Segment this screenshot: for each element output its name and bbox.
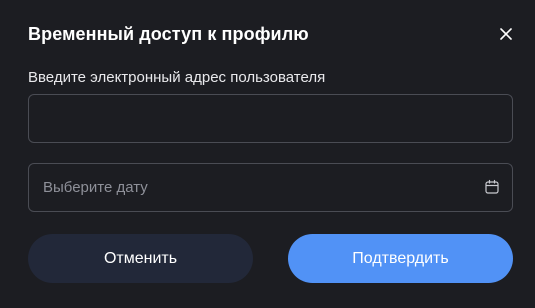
email-field-label: Введите электронный адрес пользователя bbox=[28, 69, 326, 86]
dialog-title: Временный доступ к профилю bbox=[28, 24, 309, 44]
calendar-icon[interactable] bbox=[484, 179, 500, 195]
cancel-button[interactable]: Отменить bbox=[28, 234, 253, 283]
date-placeholder: Выберите дату bbox=[43, 179, 148, 196]
close-icon[interactable] bbox=[498, 26, 514, 42]
date-picker-field[interactable]: Выберите дату bbox=[28, 163, 513, 212]
temporary-access-dialog: Временный доступ к профилю Введите элект… bbox=[0, 0, 535, 308]
email-field[interactable] bbox=[28, 94, 513, 143]
confirm-button[interactable]: Подтвердить bbox=[288, 234, 513, 283]
